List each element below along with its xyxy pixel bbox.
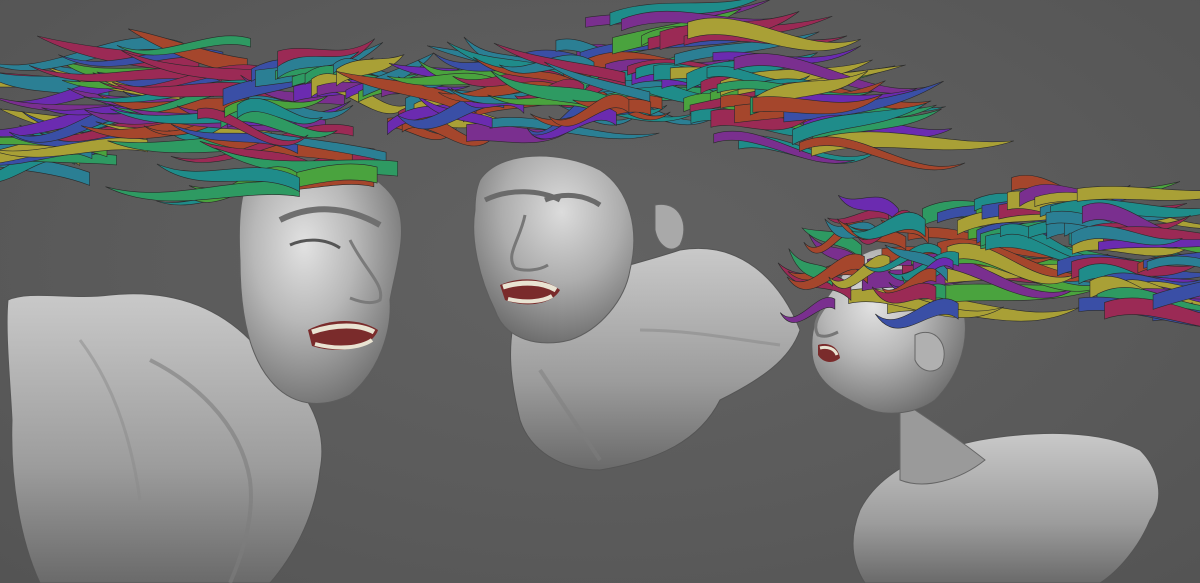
sculpt-viewport[interactable] — [0, 0, 1200, 583]
hair-strand — [1076, 186, 1200, 202]
sculpt-render — [0, 0, 1200, 583]
hair-strands-view-2 — [335, 0, 1014, 171]
bust-view-profile — [777, 175, 1200, 583]
